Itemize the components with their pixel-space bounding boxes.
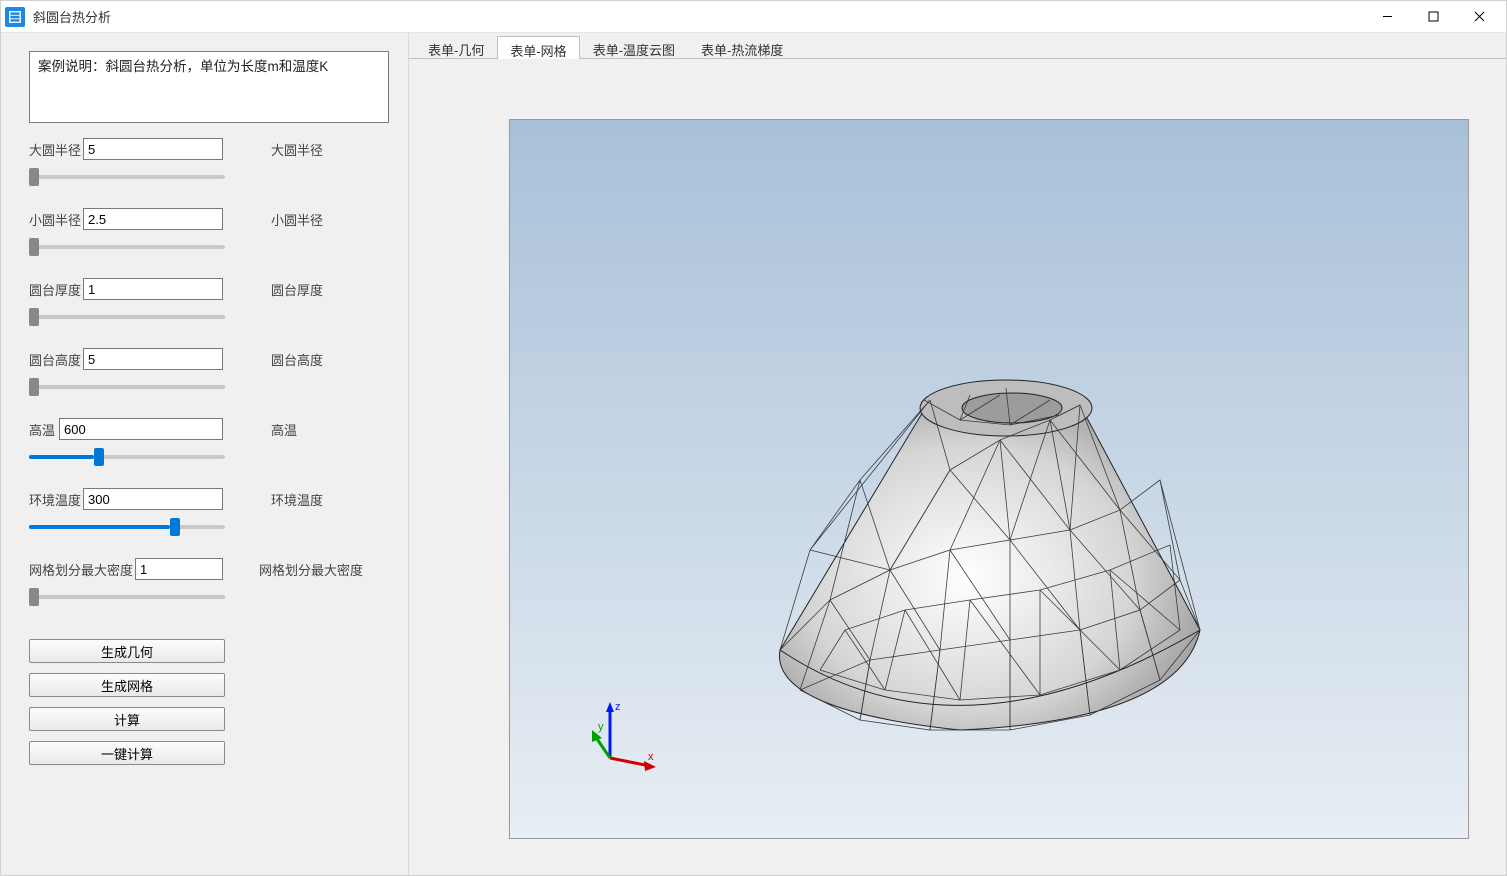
close-button[interactable]: [1456, 1, 1502, 33]
maximize-button[interactable]: [1410, 1, 1456, 33]
titlebar: 斜圆台热分析: [1, 1, 1506, 33]
rlabel-high-temp: 高温: [271, 420, 297, 439]
label-small-radius: 小圆半径: [29, 210, 83, 229]
input-big-radius[interactable]: [83, 138, 223, 160]
label-thickness: 圆台厚度: [29, 280, 83, 299]
slider-big-radius[interactable]: [29, 167, 225, 187]
slider-mesh-density[interactable]: [29, 587, 225, 607]
parameters-panel: 案例说明：斜圆台热分析，单位为长度m和温度K 大圆半径 大圆半径 小圆半径 小圆…: [1, 33, 409, 875]
3d-viewport[interactable]: z x y: [509, 119, 1469, 839]
svg-text:x: x: [648, 751, 654, 763]
label-mesh-density: 网格划分最大密度: [29, 560, 135, 579]
tab-temperature[interactable]: 表单-温度云图: [580, 35, 688, 58]
axis-gizmo: z x y: [590, 698, 660, 778]
minimize-button[interactable]: [1364, 1, 1410, 33]
rlabel-thickness: 圆台厚度: [271, 280, 323, 299]
slider-height[interactable]: [29, 377, 225, 397]
rlabel-big-radius: 大圆半径: [271, 140, 323, 159]
input-env-temp[interactable]: [83, 488, 223, 510]
app-icon: [5, 7, 25, 27]
input-thickness[interactable]: [83, 278, 223, 300]
slider-high-temp[interactable]: [29, 447, 225, 467]
svg-text:y: y: [598, 721, 604, 733]
tab-mesh[interactable]: 表单-网格: [497, 36, 579, 59]
compute-button[interactable]: 计算: [29, 707, 225, 731]
case-description: 案例说明：斜圆台热分析，单位为长度m和温度K: [29, 51, 389, 123]
one-key-compute-button[interactable]: 一键计算: [29, 741, 225, 765]
window-title: 斜圆台热分析: [33, 7, 111, 26]
input-high-temp[interactable]: [59, 418, 223, 440]
tab-heatflux[interactable]: 表单-热流梯度: [688, 35, 796, 58]
label-height: 圆台高度: [29, 350, 83, 369]
label-high-temp: 高温: [29, 420, 59, 439]
label-env-temp: 环境温度: [29, 490, 83, 509]
generate-mesh-button[interactable]: 生成网格: [29, 673, 225, 697]
viewport-tabs: 表单-几何 表单-网格 表单-温度云图 表单-热流梯度: [409, 33, 1506, 59]
viewport-panel: 表单-几何 表单-网格 表单-温度云图 表单-热流梯度 ▼ zxy: [409, 33, 1506, 875]
rlabel-mesh-density: 网格划分最大密度: [259, 560, 363, 579]
input-small-radius[interactable]: [83, 208, 223, 230]
mesh-model: [710, 350, 1230, 750]
tab-geometry[interactable]: 表单-几何: [415, 35, 497, 58]
rlabel-height: 圆台高度: [271, 350, 323, 369]
rlabel-small-radius: 小圆半径: [271, 210, 323, 229]
slider-env-temp[interactable]: [29, 517, 225, 537]
svg-text:z: z: [615, 701, 621, 713]
slider-thickness[interactable]: [29, 307, 225, 327]
rlabel-env-temp: 环境温度: [271, 490, 323, 509]
label-big-radius: 大圆半径: [29, 140, 83, 159]
input-height[interactable]: [83, 348, 223, 370]
input-mesh-density[interactable]: [135, 558, 223, 580]
generate-geometry-button[interactable]: 生成几何: [29, 639, 225, 663]
slider-small-radius[interactable]: [29, 237, 225, 257]
